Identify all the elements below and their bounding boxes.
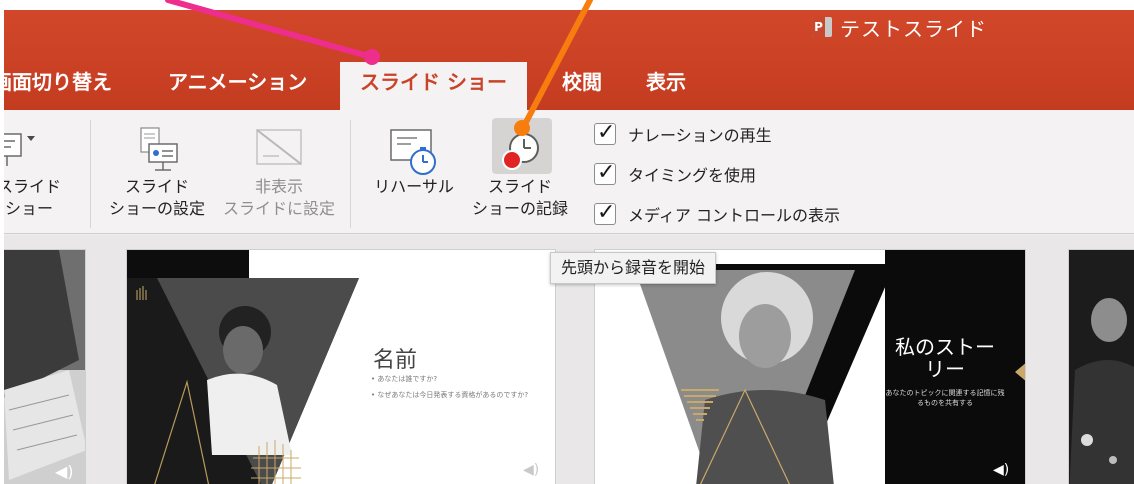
slide-design-graphic [127,250,555,484]
tab-view[interactable]: 表示 [646,62,686,110]
app-root: テストスライド 画面切り替え アニメーション スライド ショー 校閲 表示 [0,0,1134,484]
play-narrations-label: ナレーションの再生 [628,126,772,145]
tab-transitions[interactable]: 画面切り替え [4,62,112,110]
setup-slideshow-icon [133,126,181,178]
title-bar: テストスライド 画面切り替え アニメーション スライド ショー 校閲 表示 [4,10,1134,110]
record-slideshow-label: スライド ショーの記録 [471,177,568,218]
window-title: テストスライド [840,16,987,41]
window-title-area: テストスライド [812,14,987,41]
ribbon-slideshow: スライド ショー スライド ショーの設定 非表示 スライドに設定 リハーサル ス… [4,110,1134,234]
slide-title: 名前 [373,348,418,373]
slide-subtitle: あなたのトピックに関連する記憶に残るものを共有する [885,389,1005,407]
hide-slide-label: 非表示 スライドに設定 [222,177,335,218]
play-narrations-checkbox[interactable]: ナレーションの再生 [594,114,840,154]
slide-thumbnail-name[interactable]: 名前 • あなたは誰ですか? • なぜあなたは今日発表する資格があるのですか? … [126,249,556,484]
rehearse-timer-icon [387,126,441,182]
ribbon-tabs: 画面切り替え アニメーション スライド ショー 校閲 表示 [4,62,1134,110]
slide-title: 私のストーリー [895,335,995,381]
play-from-start-label: スライド ショー [4,177,61,218]
powerpoint-window: テストスライド 画面切り替え アニメーション スライド ショー 校閲 表示 [4,10,1134,484]
slide-photo-image [4,250,85,484]
slide-bullet: • なぜあなたは今日発表する資格があるのですか? [371,391,529,399]
slide-bullet: • あなたは誰ですか? [371,375,438,383]
play-from-start-icon [4,126,37,176]
tab-slideshow[interactable]: スライド ショー [340,62,527,110]
use-timings-checkbox[interactable]: タイミングを使用 [594,154,840,194]
record-clock-icon [494,126,546,182]
ribbon-separator [90,120,91,228]
hide-slide-icon [253,126,305,176]
tab-review[interactable]: 校閲 [562,62,602,110]
play-from-start-button[interactable]: スライド ショー [4,110,74,234]
slide-thumbnail-story[interactable]: 私のストーリー あなたのトピックに関連する記憶に残るものを共有する ◀) [594,249,1026,484]
slide-thumbnail[interactable]: ◀) [4,249,86,484]
show-media-controls-label: メディア コントロールの表示 [628,206,840,225]
ribbon-separator [350,120,351,228]
checkbox-checked-icon [594,120,616,145]
setup-slideshow-button[interactable]: スライド ショーの設定 [100,110,214,234]
record-slideshow-button[interactable]: スライド ショーの記録 [470,110,570,234]
speaker-icon: ◀) [55,462,74,481]
rehearse-timings-button[interactable]: リハーサル [364,110,464,234]
show-media-controls-checkbox[interactable]: メディア コントロールの表示 [594,194,840,234]
slide-thumbnail[interactable] [1068,249,1134,484]
powerpoint-icon [812,17,832,37]
tooltip: 先頭から録音を開始 [550,252,717,284]
hide-slide-button[interactable]: 非表示 スライドに設定 [216,110,342,234]
checkbox-checked-icon [594,200,616,225]
setup-slideshow-label: スライド ショーの設定 [108,177,205,218]
slideshow-options: ナレーションの再生 タイミングを使用 メディア コントロールの表示 [594,114,840,234]
speaker-icon: ◀) [993,462,1010,478]
slide-photo-image [1069,250,1134,484]
tab-animations[interactable]: アニメーション [168,62,307,110]
speaker-icon: ◀) [523,462,540,478]
checkbox-checked-icon [594,160,616,185]
slide-bullets: • あなたは誰ですか? • なぜあなたは今日発表する資格があるのですか? [371,374,541,400]
rehearse-label: リハーサル [374,177,454,196]
use-timings-label: タイミングを使用 [628,166,757,185]
